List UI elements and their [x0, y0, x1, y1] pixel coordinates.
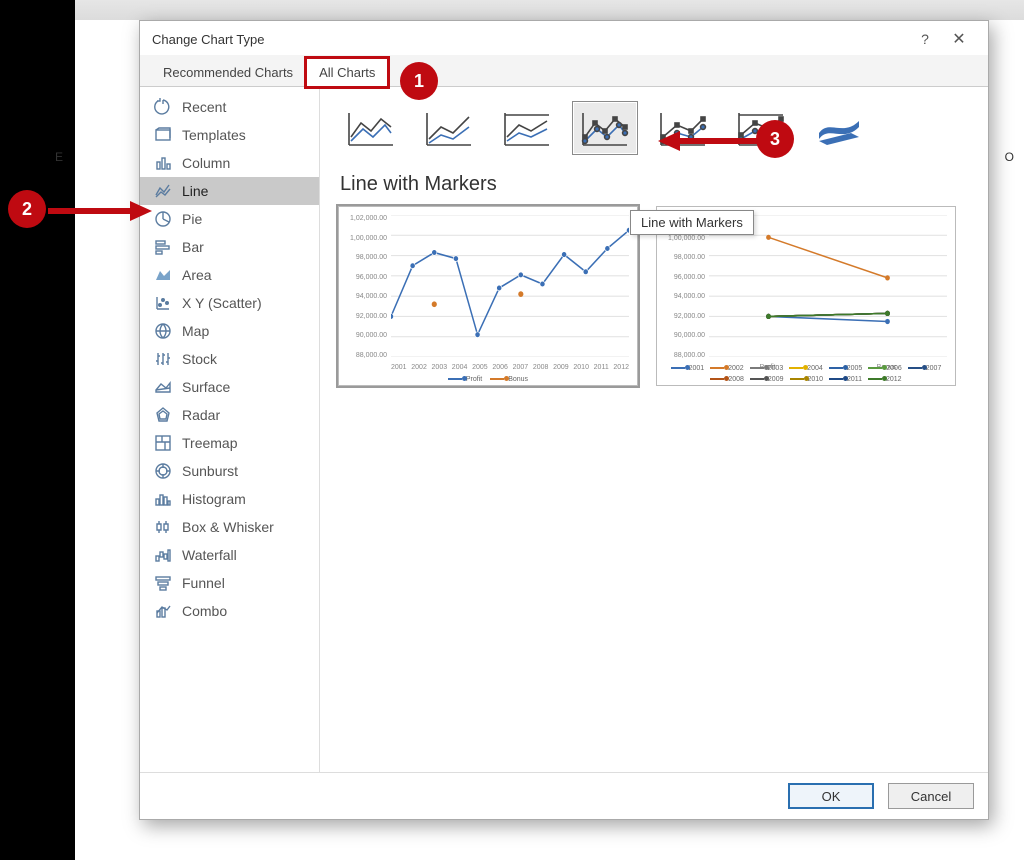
- annotation-arrow-3: [650, 126, 770, 156]
- label: Recent: [182, 99, 226, 115]
- histogram-icon: [154, 490, 172, 508]
- pie-icon: [154, 210, 172, 228]
- sunburst-icon: [154, 462, 172, 480]
- column-header-o: O: [1005, 150, 1014, 164]
- category-recent[interactable]: Recent: [140, 93, 319, 121]
- surface-icon: [154, 378, 172, 396]
- map-icon: [154, 322, 172, 340]
- category-stock[interactable]: Stock: [140, 345, 319, 373]
- subtype-line[interactable]: [338, 101, 404, 155]
- dialog-footer: OK Cancel: [140, 772, 988, 819]
- label: Funnel: [182, 575, 225, 591]
- subtype-title: Line with Markers: [340, 173, 970, 196]
- subtype-tooltip: Line with Markers: [630, 210, 754, 235]
- waterfall-icon: [154, 546, 172, 564]
- label: Column: [182, 155, 230, 171]
- preview1-plot: [391, 215, 629, 357]
- preview-1[interactable]: 1,02,000.001,00,000.0098,000.0096,000.00…: [338, 206, 638, 386]
- scatter-icon: [154, 294, 172, 312]
- category-bar[interactable]: Bar: [140, 233, 319, 261]
- funnel-icon: [154, 574, 172, 592]
- bar-icon: [154, 238, 172, 256]
- ribbon-strip: [75, 0, 1024, 20]
- boxwhisker-icon: [154, 518, 172, 536]
- stock-icon: [154, 350, 172, 368]
- category-sunburst[interactable]: Sunburst: [140, 457, 319, 485]
- category-templates[interactable]: Templates: [140, 121, 319, 149]
- category-waterfall[interactable]: Waterfall: [140, 541, 319, 569]
- preview2-legend: 2001 2002 2003 2004 2005 2006 2007 2008 …: [657, 365, 955, 383]
- subtype-line-with-markers[interactable]: [572, 101, 638, 155]
- label: X Y (Scatter): [182, 295, 262, 311]
- label: Surface: [182, 379, 230, 395]
- label: Pie: [182, 211, 202, 227]
- category-radar[interactable]: Radar: [140, 401, 319, 429]
- ok-button[interactable]: OK: [788, 783, 874, 809]
- label: Box & Whisker: [182, 519, 274, 535]
- dialog-titlebar: Change Chart Type ? ✕: [140, 21, 988, 55]
- label: Templates: [182, 127, 246, 143]
- right-pane: Line with Markers 1,02,000.001,00,000.00…: [320, 87, 988, 772]
- label: Waterfall: [182, 547, 237, 563]
- category-box-whisker[interactable]: Box & Whisker: [140, 513, 319, 541]
- annotation-badge-2: 2: [10, 192, 44, 226]
- subtype-100-stacked-line[interactable]: [494, 101, 560, 155]
- dialog-body: Recent Templates Column Line Pie Bar: [140, 87, 988, 772]
- category-line[interactable]: Line: [140, 177, 319, 205]
- category-combo[interactable]: Combo: [140, 597, 319, 625]
- category-histogram[interactable]: Histogram: [140, 485, 319, 513]
- recent-icon: [154, 98, 172, 116]
- label: Stock: [182, 351, 217, 367]
- black-sidebar-mask: [0, 0, 75, 860]
- subtype-stacked-line[interactable]: [416, 101, 482, 155]
- label: Histogram: [182, 491, 246, 507]
- label: Bar: [182, 239, 204, 255]
- annotation-badge-1: 1: [402, 64, 436, 98]
- category-funnel[interactable]: Funnel: [140, 569, 319, 597]
- label: Map: [182, 323, 209, 339]
- preview1-yaxis: 1,02,000.001,00,000.0098,000.0096,000.00…: [345, 215, 387, 359]
- change-chart-type-dialog: Change Chart Type ? ✕ Recommended Charts…: [139, 20, 989, 820]
- label: Line: [182, 183, 208, 199]
- templates-icon: [154, 126, 172, 144]
- dialog-title: Change Chart Type: [152, 32, 908, 47]
- preview2-yaxis: 1,02,000.001,00,000.0098,000.0096,000.00…: [663, 215, 705, 359]
- help-button[interactable]: ?: [908, 31, 942, 47]
- category-treemap[interactable]: Treemap: [140, 429, 319, 457]
- category-area[interactable]: Area: [140, 261, 319, 289]
- category-surface[interactable]: Surface: [140, 373, 319, 401]
- chart-category-list: Recent Templates Column Line Pie Bar: [140, 87, 320, 772]
- preview1-xaxis: 2001200220032004200520062007200820092010…: [391, 364, 629, 371]
- cancel-button[interactable]: Cancel: [888, 783, 974, 809]
- preview2-plot: [709, 215, 947, 357]
- area-icon: [154, 266, 172, 284]
- label: Treemap: [182, 435, 238, 451]
- combo-icon: [154, 602, 172, 620]
- dialog-tabs: Recommended Charts All Charts: [140, 55, 988, 87]
- category-column[interactable]: Column: [140, 149, 319, 177]
- category-scatter[interactable]: X Y (Scatter): [140, 289, 319, 317]
- label: Sunburst: [182, 463, 238, 479]
- tab-recommended-charts[interactable]: Recommended Charts: [150, 58, 306, 87]
- label: Combo: [182, 603, 227, 619]
- radar-icon: [154, 406, 172, 424]
- category-pie[interactable]: Pie: [140, 205, 319, 233]
- column-header-e: E: [55, 150, 63, 164]
- tab-all-charts[interactable]: All Charts: [306, 58, 388, 87]
- label: Radar: [182, 407, 220, 423]
- treemap-icon: [154, 434, 172, 452]
- category-map[interactable]: Map: [140, 317, 319, 345]
- label: Area: [182, 267, 212, 283]
- column-icon: [154, 154, 172, 172]
- line-icon: [154, 182, 172, 200]
- annotation-arrow-2: [44, 196, 154, 226]
- subtype-3d-line[interactable]: [806, 101, 872, 155]
- preview1-legend: Profit Bonus: [339, 376, 637, 383]
- close-button[interactable]: ✕: [942, 29, 976, 49]
